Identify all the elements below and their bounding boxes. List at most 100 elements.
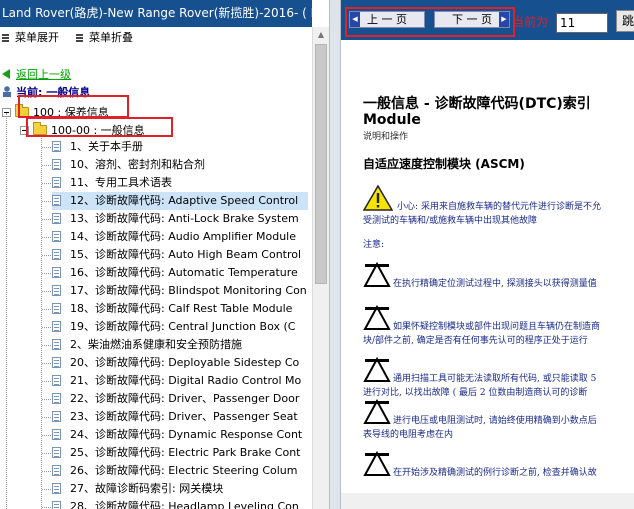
vertical-scrollbar[interactable]: ▲ [312,27,329,509]
list-icon [76,34,83,42]
document-icon [52,285,61,296]
user-icon [2,86,12,97]
note-text: 在执行精确定位测试过程中, 探测接头以获得测量值 [393,279,597,289]
document-icon [52,501,61,509]
tree-document-label: 24、诊断故障代码: Dynamic Response Cont [70,428,303,441]
note-text: 在开始涉及精确测试的例行诊断之前, 检查并确认故 [393,468,597,478]
tree-document-item[interactable]: 22、诊断故障代码: Driver、Passenger Door [52,390,309,408]
highlight-box [18,95,129,118]
tree-document-item[interactable]: 13、诊断故障代码: Anti-Lock Brake System [52,210,309,228]
tree-document-item[interactable]: 25、诊断故障代码: Electric Park Brake Cont [52,444,310,462]
tree-document-item[interactable]: 12、诊断故障代码: Adaptive Speed Control [52,192,309,210]
jump-button[interactable]: 跳 [616,10,634,32]
tree-document-label: 19、诊断故障代码: Central Junction Box (C [70,320,296,333]
document-subtitle: 说明和操作 [363,132,409,142]
tree-connector [42,309,51,310]
back-arrow-icon [2,69,10,79]
tree-document-item[interactable]: 16、诊断故障代码: Automatic Temperature [52,264,308,282]
list-icon [2,34,9,42]
tree-document-item[interactable]: 19、诊断故障代码: Central Junction Box (C [52,318,305,336]
tree-document-label: 27、故障诊断码索引: 网关模块 [70,482,224,495]
tree-document-label: 23、诊断故障代码: Driver、Passenger Seat [70,410,298,423]
back-link[interactable]: 返回上一级 [2,66,71,82]
tree-document-item[interactable]: 27、故障诊断码索引: 网关模块 [52,480,233,498]
tree-document-item[interactable]: 23、诊断故障代码: Driver、Passenger Seat [52,408,308,426]
tree-document-item[interactable]: 10、溶剂、密封剂和粘合剂 [52,156,215,174]
document-icon [52,213,61,224]
tree-document-label: 26、诊断故障代码: Electric Steering Colum [70,464,298,477]
tree-document-item[interactable]: 14、诊断故障代码: Audio Amplifier Module [52,228,306,246]
tree-connector [42,453,51,454]
document-icon [52,303,61,314]
tree-connector [42,237,51,238]
tree-connector [6,113,7,509]
tree-connector [42,201,51,202]
tree-connector [42,507,51,508]
tree-document-item[interactable]: 1、关于本手册 [52,138,153,156]
tree-document-label: 21、诊断故障代码: Digital Radio Control Mo [70,374,302,387]
current-page-label: 当前为 [512,15,549,29]
tree-connector [42,471,51,472]
warning-triangle-icon [363,262,391,287]
tree-document-item[interactable]: 18、诊断故障代码: Calf Rest Table Module [52,300,302,318]
document-icon [52,339,61,350]
tree-connector [42,273,51,274]
tree-document-item[interactable]: 2、柴油燃油系健康和安全预防措施 [52,336,252,354]
tree-document-item[interactable]: 21、诊断故障代码: Digital Radio Control Mo [52,372,311,390]
scroll-up-arrow-icon[interactable]: ▲ [313,27,329,43]
menu-expand-button[interactable]: 菜单展开 [2,27,59,49]
document-icon [52,483,61,494]
note-text: 通用扫描工具可能无法读取所有代码, 或只能读取 5 [393,374,597,384]
window-title: Land Rover(路虎)-New Range Rover(新揽胜)-2016… [0,0,312,27]
document-icon [52,141,61,152]
tree-connector [42,219,51,220]
tree-document-label: 18、诊断故障代码: Calf Rest Table Module [70,302,293,315]
tree-document-item[interactable]: 26、诊断故障代码: Electric Steering Colum [52,462,307,480]
caution-icon [363,185,393,211]
note-text: 如果怀疑控制模块或部件出现问题且车辆仍在制造商 [393,322,601,332]
tree-document-label: 28、诊断故障代码: Headlamp Leveling Con [70,500,299,509]
tree-document-label: 13、诊断故障代码: Anti-Lock Brake System [70,212,299,225]
tree-document-item[interactable]: 28、诊断故障代码: Headlamp Leveling Con [52,498,309,509]
tree-document-label: 1、关于本手册 [70,140,143,153]
scroll-thumb[interactable] [315,44,327,284]
menu-collapse-button[interactable]: 菜单折叠 [76,27,133,49]
tree-document-item[interactable]: 17、诊断故障代码: Blindspot Monitoring Con [52,282,312,300]
document-icon [52,231,61,242]
pane-splitter[interactable] [329,0,341,509]
highlight-box [26,117,173,137]
note-text: 进行对比, 以找出故障 ( 最后 2 位数由制造商认可的诊断 [363,388,588,398]
document-icon [52,447,61,458]
tree-document-item[interactable]: 11、专用工具术语表 [52,174,182,192]
tree-connector [42,255,51,256]
menu-collapse-label: 菜单折叠 [89,31,133,44]
note-text: 表导线的电阻考虑在内 [363,430,454,440]
tree-document-label: 10、溶剂、密封剂和粘合剂 [70,158,205,171]
tree-document-label: 11、专用工具术语表 [70,176,172,189]
tree-connector [42,345,51,346]
document-icon [52,267,61,278]
page-number-input[interactable] [556,13,608,33]
tree-connector [42,291,51,292]
document-icon [52,393,61,404]
warning-triangle-icon [363,357,391,382]
tree-connector [42,327,51,328]
tree-document-label: 14、诊断故障代码: Audio Amplifier Module [70,230,297,243]
caution-label: 小心: [397,202,419,212]
horizontal-scrollbar[interactable] [341,493,634,509]
tree-document-label: 22、诊断故障代码: Driver、Passenger Door [70,392,300,405]
tree-connector [42,435,51,436]
menu-expand-label: 菜单展开 [15,31,59,44]
tree-connector [42,381,51,382]
tree-document-item[interactable]: 15、诊断故障代码: Auto High Beam Control [52,246,311,264]
document-icon [52,249,61,260]
back-link-label: 返回上一级 [16,68,71,81]
document-icon [52,429,61,440]
navigation-pane: Land Rover(路虎)-New Range Rover(新揽胜)-2016… [0,0,312,509]
tree-document-item[interactable]: 24、诊断故障代码: Dynamic Response Cont [52,426,312,444]
tree-document-label: 17、诊断故障代码: Blindspot Monitoring Con [70,284,307,297]
document-pane: ◀上 一 页 下 一 页▶ 当前为 跳 一般信息 - 诊断故障代码(DTC)索引… [341,0,634,509]
document-icon [52,357,61,368]
caution-text: 采用来自施救车辆的替代元件进行诊断是不允 [421,202,602,212]
tree-document-item[interactable]: 20、诊断故障代码: Deployable Sidestep Co [52,354,309,372]
